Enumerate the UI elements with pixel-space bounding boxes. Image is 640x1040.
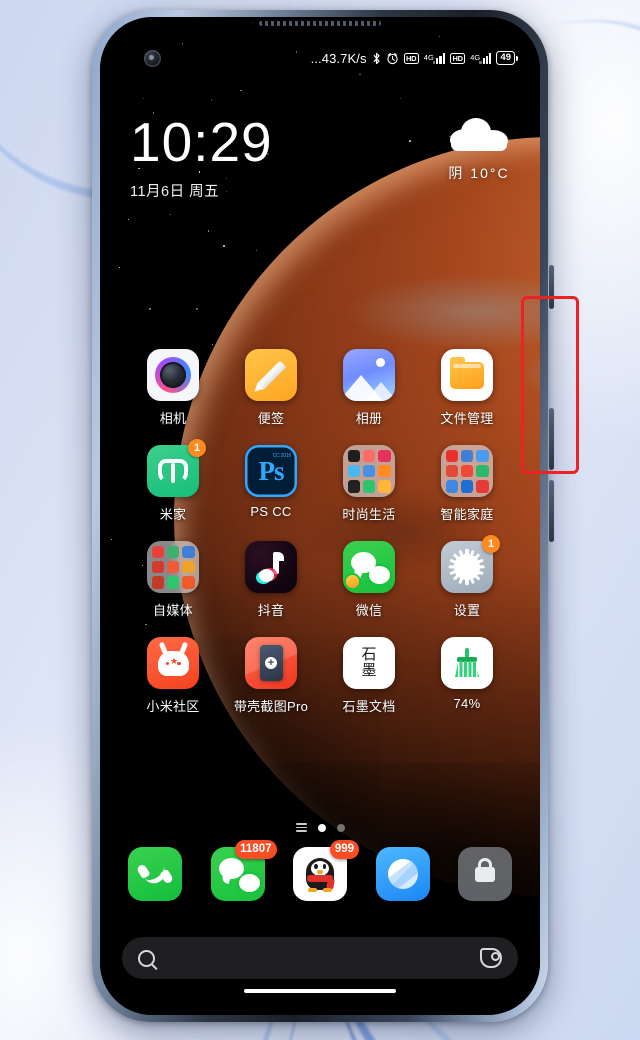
ps-logo-text: Ps xyxy=(258,455,285,486)
battery-icon: 49 xyxy=(496,51,518,65)
app-icon-photoshop[interactable]: Ps CC 2019 PS CC xyxy=(222,445,320,523)
app-label: 文件管理 xyxy=(440,411,494,426)
dock-item-wechat[interactable]: 11807 xyxy=(210,840,277,901)
app-icon-shimo-docs[interactable]: 石 墨 石墨文档 xyxy=(320,637,418,715)
dock: 11807 999 xyxy=(100,840,540,901)
mi-community-icon: ★ xyxy=(147,637,199,689)
gallery-icon xyxy=(343,349,395,401)
notification-badge: 11807 xyxy=(235,840,277,859)
app-label: 微信 xyxy=(355,603,383,618)
status-bar: ...43.7K/s HD 4G HD 4G 49 xyxy=(100,45,540,71)
douyin-icon xyxy=(245,541,297,593)
phone-device: ...43.7K/s HD 4G HD 4G 49 10:29 11月6日 周五… xyxy=(92,10,554,1022)
front-camera-icon xyxy=(144,49,161,67)
cleaner-broom-icon xyxy=(441,637,493,689)
network-speed-text: ...43.7K/s xyxy=(310,50,367,66)
sim1-signal-icon: 4G xyxy=(424,52,445,64)
app-icon-mi-community[interactable]: ★ 小米社区 xyxy=(124,637,222,715)
volume-up-button[interactable] xyxy=(549,408,554,470)
app-icon-settings[interactable]: 1 设置 xyxy=(418,535,516,619)
app-folder-self-media[interactable]: 自媒体 xyxy=(124,541,222,619)
app-label: 抖音 xyxy=(257,603,285,618)
app-label: 设置 xyxy=(453,603,481,618)
ai-assistant-icon[interactable] xyxy=(480,948,502,968)
lock-icon xyxy=(458,847,512,901)
app-icon-mijia[interactable]: 1 米家 xyxy=(124,439,222,523)
search-bar[interactable] xyxy=(122,937,518,979)
battery-cap xyxy=(516,55,518,61)
app-label: 74% xyxy=(453,696,481,711)
file-manager-icon xyxy=(441,349,493,401)
weather-widget[interactable]: 阴 10°C xyxy=(448,117,510,183)
app-label: 时尚生活 xyxy=(342,507,396,522)
app-label: PS CC xyxy=(250,504,292,519)
bluetooth-icon xyxy=(372,52,381,65)
dock-item-browser[interactable] xyxy=(375,847,430,901)
wechat-icon xyxy=(343,541,395,593)
app-folder-fashion-life[interactable]: 时尚生活 xyxy=(320,445,418,523)
app-label: 小米社区 xyxy=(146,699,200,714)
sim2-hd-icon: HD xyxy=(449,52,466,64)
shimo-char-bottom: 墨 xyxy=(361,662,377,679)
battery-percent-text: 49 xyxy=(496,51,515,65)
dock-item-phone[interactable] xyxy=(128,847,182,901)
clock-time: 10:29 xyxy=(130,111,273,173)
earpiece-speaker xyxy=(259,21,381,26)
shimo-char-top: 石 xyxy=(361,646,377,663)
clock-date: 11月6日 周五 xyxy=(130,184,220,200)
phone-screen-bezel: ...43.7K/s HD 4G HD 4G 49 10:29 11月6日 周五… xyxy=(100,17,540,1015)
power-button[interactable] xyxy=(549,265,554,309)
sim1-hd-icon: HD xyxy=(403,52,419,64)
search-icon[interactable] xyxy=(138,949,155,967)
browser-icon xyxy=(375,847,430,901)
app-label: 米家 xyxy=(159,507,187,522)
clock-widget[interactable]: 10:29 11月6日 周五 xyxy=(130,115,273,201)
phone-icon xyxy=(128,847,182,901)
notification-badge: 1 xyxy=(482,535,500,553)
page-indicator[interactable] xyxy=(100,823,540,832)
photoshop-icon: Ps CC 2019 xyxy=(245,445,297,497)
app-label: 智能家庭 xyxy=(440,507,494,522)
app-label: 相机 xyxy=(159,411,187,426)
home-screen: ...43.7K/s HD 4G HD 4G 49 10:29 11月6日 周五… xyxy=(100,17,540,1015)
shimo-docs-icon: 石 墨 xyxy=(343,637,395,689)
camera-icon xyxy=(147,349,199,401)
dock-item-qq[interactable]: 999 xyxy=(293,840,359,901)
app-icon-gallery[interactable]: 相册 xyxy=(320,349,418,427)
app-icon-camera[interactable]: 相机 xyxy=(124,349,222,427)
app-icon-wechat[interactable]: 微信 xyxy=(320,541,418,619)
app-grid: 相机 便签 相册 文件管理 1 米家 Ps CC 2019 PS CC 时尚生活… xyxy=(100,349,540,715)
notification-badge: 999 xyxy=(329,840,359,859)
dock-item-lock[interactable] xyxy=(458,847,512,901)
notification-badge: 1 xyxy=(188,439,206,457)
app-folder-smart-home[interactable]: 智能家庭 xyxy=(418,445,516,523)
status-bar-right: ...43.7K/s HD 4G HD 4G 49 xyxy=(311,51,518,66)
app-icon-file-manager[interactable]: 文件管理 xyxy=(418,349,516,427)
cloudy-icon xyxy=(448,117,510,151)
desktop-background: ...43.7K/s HD 4G HD 4G 49 10:29 11月6日 周五… xyxy=(0,0,640,1040)
weather-text: 阴 10°C xyxy=(448,165,510,181)
notes-icon xyxy=(245,349,297,401)
app-icon-screenshot-pro[interactable]: + 带壳截图Pro xyxy=(222,637,320,715)
folder-icon xyxy=(441,445,493,497)
page-list-icon[interactable] xyxy=(295,823,307,832)
app-label: 带壳截图Pro xyxy=(233,699,309,714)
home-gesture-bar[interactable] xyxy=(244,988,396,993)
app-label: 自媒体 xyxy=(153,603,193,618)
screenshot-pro-icon: + xyxy=(245,637,297,689)
app-icon-cleaner[interactable]: 74% xyxy=(418,637,516,715)
page-dot-2[interactable] xyxy=(336,823,345,832)
alarm-clock-icon xyxy=(386,52,399,65)
app-label: 相册 xyxy=(355,411,383,426)
folder-icon xyxy=(147,541,199,593)
ps-logo-sub: CC 2019 xyxy=(272,453,292,459)
sim2-signal-icon: 4G xyxy=(470,52,492,64)
volume-down-button[interactable] xyxy=(549,480,554,542)
app-label: 石墨文档 xyxy=(342,699,396,714)
app-icon-notes[interactable]: 便签 xyxy=(222,349,320,427)
page-dot-1[interactable] xyxy=(317,823,326,832)
app-icon-douyin[interactable]: 抖音 xyxy=(222,541,320,619)
folder-icon xyxy=(343,445,395,497)
app-label: 便签 xyxy=(257,411,285,426)
